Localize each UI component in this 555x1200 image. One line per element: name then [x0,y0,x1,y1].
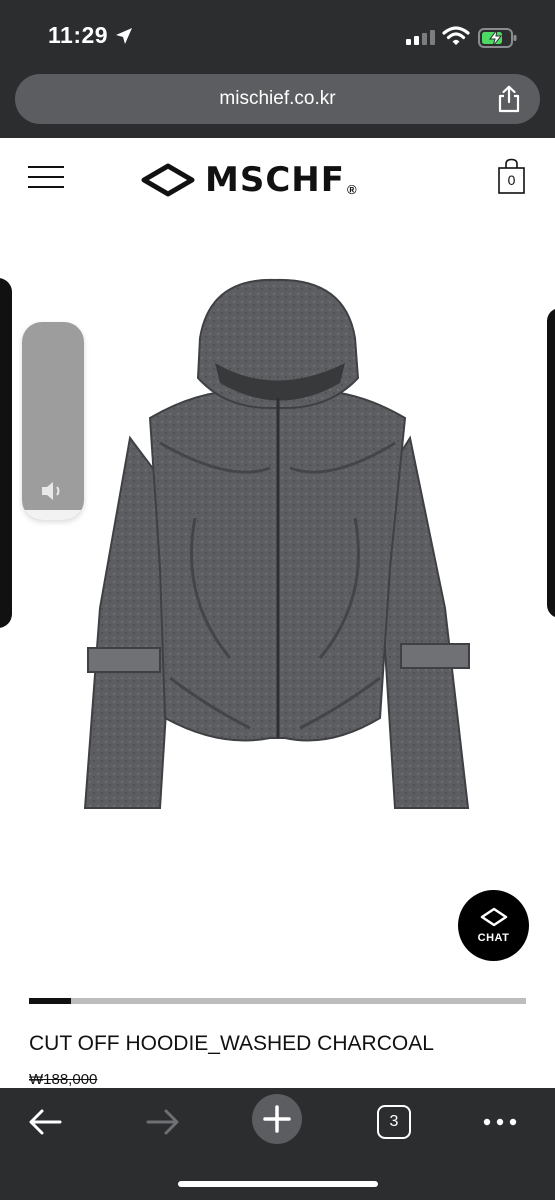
more-dots-icon [483,1118,517,1126]
address-bar[interactable]: mischief.co.kr [15,74,540,124]
back-button[interactable] [22,1100,68,1144]
gallery-progress-fill [29,998,72,1004]
cellular-signal-icon [406,30,435,45]
gallery-progress-track [29,998,526,1004]
product-price: ₩188,000 [29,1071,98,1088]
product-gallery[interactable]: CHAT [0,218,555,988]
menu-icon[interactable] [28,166,64,188]
cart-count: 0 [507,172,516,188]
registered-mark: ® [346,181,357,197]
product-name: CUT OFF HOODIE_WASHED CHARCOAL [29,1032,434,1055]
browser-top-chrome: 11:29 mischief.co.kr [0,0,555,138]
share-icon[interactable] [496,85,522,113]
home-indicator [178,1181,378,1187]
back-arrow-icon [29,1109,62,1135]
chat-label: CHAT [477,932,510,944]
more-button[interactable] [480,1100,520,1144]
forward-button[interactable] [140,1100,186,1144]
cart-button[interactable]: 0 [498,158,525,194]
tab-count: 3 [377,1105,411,1139]
wifi-icon [442,26,470,45]
battery-charging-icon [478,28,517,48]
brand-logo[interactable]: MSCHF ® [141,160,357,200]
url-text: mischief.co.kr [219,88,336,109]
location-arrow-icon [116,28,132,44]
forward-arrow-icon [146,1109,179,1135]
brand-name: MSCHF [205,160,345,200]
tabs-button[interactable]: 3 [376,1100,412,1144]
speaker-icon [42,482,60,500]
new-tab-button[interactable] [252,1094,302,1144]
status-time: 11:29 [48,22,109,48]
mschf-mark-icon [141,163,195,197]
volume-indicator [22,322,84,520]
plus-icon [263,1105,291,1133]
site-header: MSCHF ® 0 [0,138,555,218]
chat-button[interactable]: CHAT [458,890,529,961]
mschf-chat-icon [480,907,508,927]
